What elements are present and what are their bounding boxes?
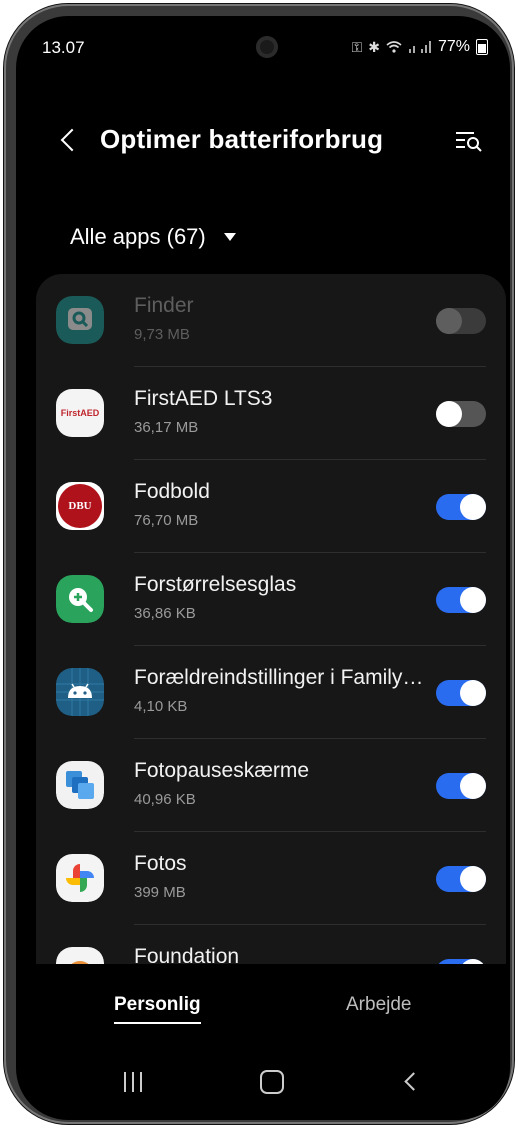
app-name: FirstAED LTS3 — [134, 387, 273, 410]
phone-frame: 13.07 ⚿ ✱ 77% Optimer batteriforbrug All… — [4, 4, 514, 1124]
optimize-toggle[interactable] — [436, 587, 486, 613]
app-size: 40,96 KB — [134, 791, 196, 808]
back-button[interactable] — [54, 122, 84, 158]
profile-tabs: Personlig Arbejde — [16, 964, 510, 1056]
list-item[interactable]: Fotopauseskærme 40,96 KB — [36, 739, 506, 832]
optimize-toggle[interactable] — [436, 680, 486, 706]
app-size: 4,10 KB — [134, 698, 188, 715]
optimize-toggle[interactable] — [436, 494, 486, 520]
app-name: Forældreindstillinger i Family Link — [134, 666, 426, 689]
google-photos-icon — [56, 854, 104, 902]
app-size: 9,73 MB — [134, 326, 190, 343]
app-name: Fotos — [134, 852, 187, 875]
filter-label: Alle apps (67) — [70, 224, 206, 249]
magnifier-icon — [56, 575, 104, 623]
list-item[interactable]: Forældreindstillinger i Family Link 4,10… — [36, 646, 506, 739]
list-item[interactable]: Forstørrelsesglas 36,86 KB — [36, 553, 506, 646]
recent-apps-icon[interactable] — [122, 1070, 144, 1092]
app-size: 399 MB — [134, 884, 186, 901]
search-filter-icon[interactable] — [454, 128, 484, 154]
wifi-icon — [386, 41, 402, 53]
signal-icon — [408, 41, 431, 53]
home-icon[interactable] — [260, 1070, 284, 1094]
status-time: 13.07 — [42, 38, 85, 57]
title-bar: Optimer batteriforbrug — [16, 112, 510, 168]
battery-percent: 77% — [437, 38, 470, 55]
app-name: Fotopauseskærme — [134, 759, 310, 782]
photo-screensaver-icon — [56, 761, 104, 809]
app-filter-dropdown[interactable]: Alle apps (67) — [70, 224, 236, 250]
optimize-toggle[interactable] — [436, 773, 486, 799]
tab-personal[interactable]: Personlig — [114, 994, 201, 1024]
list-item[interactable]: DBU Fodbold 76,70 MB — [36, 460, 506, 553]
app-name: Fodbold — [134, 480, 210, 503]
dbu-crest-text: DBU — [68, 500, 92, 512]
page-title: Optimer batteriforbrug — [100, 124, 384, 154]
status-bar: 13.07 ⚿ ✱ 77% — [16, 16, 510, 72]
app-size: 36,86 KB — [134, 605, 196, 622]
list-item[interactable]: Fotos 399 MB — [36, 832, 506, 925]
finder-icon — [56, 296, 104, 344]
app-name: Finder — [134, 294, 194, 317]
app-name: Forstørrelsesglas — [134, 573, 297, 596]
list-item[interactable]: Finder 9,73 MB — [36, 274, 506, 367]
app-size: 76,70 MB — [134, 512, 199, 529]
optimize-toggle[interactable] — [436, 866, 486, 892]
firstaed-icon-text: FirstAED — [60, 408, 100, 418]
front-camera — [256, 36, 278, 58]
key-icon: ⚿ — [351, 38, 363, 55]
dropdown-arrow-icon — [223, 233, 236, 241]
dbu-crest-icon: DBU — [56, 482, 104, 530]
android-icon — [56, 668, 104, 716]
battery-icon — [476, 39, 488, 55]
optimize-toggle[interactable] — [436, 308, 486, 334]
firstaed-icon: FirstAED — [56, 389, 104, 437]
tab-work[interactable]: Arbejde — [346, 994, 412, 1016]
app-size: 36,17 MB — [134, 419, 199, 436]
optimize-toggle[interactable] — [436, 401, 486, 427]
navigation-bar — [16, 1056, 510, 1120]
screen: 13.07 ⚿ ✱ 77% Optimer batteriforbrug All… — [16, 16, 510, 1120]
app-list: Finder 9,73 MB FirstAED FirstAED LTS3 36… — [36, 274, 506, 974]
back-nav-icon[interactable] — [400, 1070, 422, 1092]
bluetooth-icon: ✱ — [368, 38, 380, 55]
list-item[interactable]: FirstAED FirstAED LTS3 36,17 MB — [36, 367, 506, 460]
status-icons: ⚿ ✱ 77% — [352, 38, 488, 56]
